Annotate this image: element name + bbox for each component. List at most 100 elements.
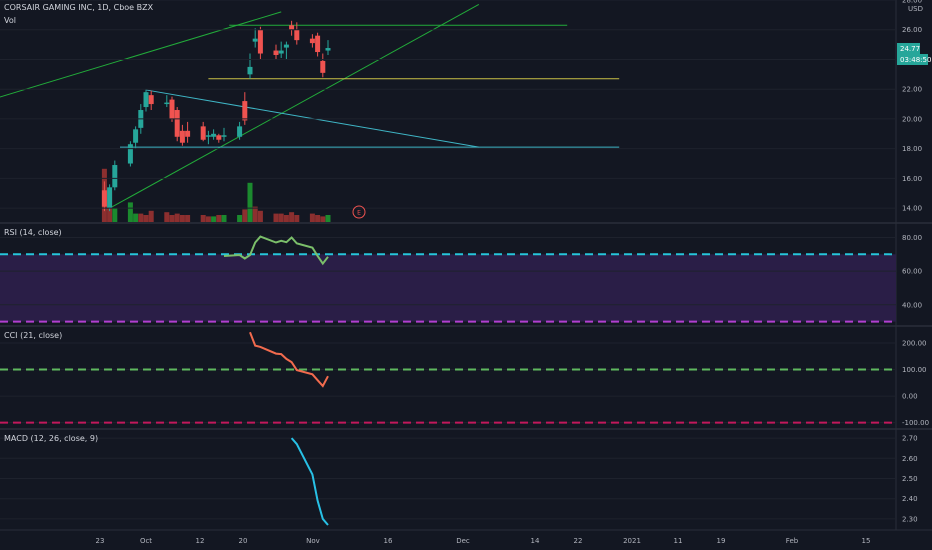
candle-body: [169, 99, 175, 119]
indicator-tick-label: 2.30: [902, 515, 918, 523]
candle-body: [242, 101, 248, 121]
volume-bar: [112, 208, 118, 222]
price-tick-label: 20.00: [902, 115, 922, 123]
countdown-tag-text: 03:48:50: [900, 56, 931, 64]
price-tick-label: 22.00: [902, 86, 922, 94]
volume-bar: [320, 216, 326, 222]
time-tick-label: 12: [196, 537, 205, 545]
candle-body: [309, 38, 315, 44]
volume-bar: [169, 215, 175, 222]
candle-body: [247, 66, 253, 75]
time-tick-label: Nov: [306, 537, 320, 545]
candle-body: [320, 60, 326, 73]
indicator-tick-label: 60.00: [902, 268, 922, 276]
indicator-tick-label: 2.60: [902, 455, 918, 463]
time-tick-label: Dec: [456, 537, 470, 545]
time-tick-label: 20: [239, 537, 248, 545]
candle-body: [101, 190, 107, 207]
cci-title[interactable]: CCI (21, close): [4, 331, 62, 340]
price-tick-label: 14.00: [902, 205, 922, 213]
last-price-tag: 24.77: [897, 43, 920, 54]
symbol-title[interactable]: CORSAIR GAMING INC, 1D, Cboe BZX: [4, 3, 154, 12]
volume-bar: [179, 215, 185, 222]
time-tick-label: 2021: [623, 537, 641, 545]
candle-body: [133, 129, 139, 143]
volume-bar: [315, 215, 321, 222]
candle-body: [185, 130, 191, 137]
candle-body: [315, 35, 321, 53]
time-tick-label: 15: [862, 537, 871, 545]
candle-body: [205, 135, 211, 137]
candle-body: [211, 133, 217, 137]
price-tick-label: 16.00: [902, 175, 922, 183]
volume-bar: [278, 213, 284, 222]
time-tick-label: 23: [96, 537, 105, 545]
candle-body: [216, 135, 222, 140]
volume-bar: [257, 210, 263, 222]
candle-body: [325, 48, 331, 51]
candle-body: [252, 38, 258, 42]
time-tick-label: 16: [384, 537, 393, 545]
candle-body: [148, 95, 154, 105]
volume-bar: [164, 212, 170, 222]
currency-label: USD: [908, 5, 923, 13]
volume-bar: [216, 215, 222, 222]
time-tick-label: 22: [574, 537, 583, 545]
volume-bar: [289, 212, 295, 222]
volume-label: Vol: [4, 16, 16, 25]
chart-root: 14.0016.0018.0020.0022.0024.0026.0028.00…: [0, 0, 932, 550]
price-tick-label: 28.00: [902, 0, 922, 5]
candle-body: [273, 50, 279, 56]
time-tick-label: 19: [717, 537, 726, 545]
indicator-tick-label: 80.00: [902, 234, 922, 242]
candle-body: [294, 29, 300, 41]
time-tick-label: 11: [674, 537, 683, 545]
price-tick-label: 18.00: [902, 145, 922, 153]
volume-bar: [273, 213, 279, 222]
candle-body: [164, 102, 170, 105]
indicator-tick-label: 200.00: [902, 339, 927, 347]
volume-bar: [283, 215, 289, 222]
volume-bar: [205, 216, 211, 222]
time-tick-label: Feb: [786, 537, 799, 545]
indicator-tick-label: 0.00: [902, 393, 918, 401]
macd-title[interactable]: MACD (12, 26, close, 9): [4, 434, 98, 443]
volume-bar: [174, 213, 180, 222]
volume-bar: [200, 215, 206, 222]
time-tick-label: Oct: [140, 537, 152, 545]
candle-body: [200, 126, 206, 140]
candle-body: [127, 144, 133, 164]
candle-body: [257, 29, 263, 54]
rsi-band: [0, 254, 896, 322]
indicator-tick-label: -100.00: [902, 419, 929, 427]
candle-body: [179, 130, 185, 143]
candle-body: [143, 92, 149, 108]
volume-bar: [247, 182, 253, 222]
volume-bar: [242, 209, 248, 222]
candle-body: [174, 110, 180, 137]
volume-bar: [237, 215, 243, 222]
volume-bar: [185, 215, 191, 222]
candle-body: [278, 50, 284, 54]
candle-body: [107, 187, 113, 209]
last-price-tag-text: 24.77: [900, 45, 920, 53]
volume-bar: [252, 206, 258, 222]
volume-bar: [127, 202, 133, 222]
indicator-tick-label: 100.00: [902, 366, 927, 374]
rsi-title[interactable]: RSI (14, close): [4, 228, 62, 237]
indicator-tick-label: 2.40: [902, 495, 918, 503]
countdown-tag: 03:48:50: [897, 54, 931, 65]
volume-bar: [309, 213, 315, 222]
price-tick-label: 26.00: [902, 26, 922, 34]
candle-body: [283, 44, 289, 48]
volume-bar: [294, 215, 300, 222]
volume-bar: [211, 216, 217, 222]
candle-body: [112, 165, 118, 188]
volume-bar: [143, 215, 149, 222]
volume-bar: [148, 210, 154, 222]
candle-body: [289, 25, 295, 30]
earnings-marker-text: E: [357, 210, 361, 217]
volume-bar: [138, 213, 144, 222]
indicator-tick-label: 2.70: [902, 435, 918, 443]
volume-bar: [325, 215, 331, 222]
